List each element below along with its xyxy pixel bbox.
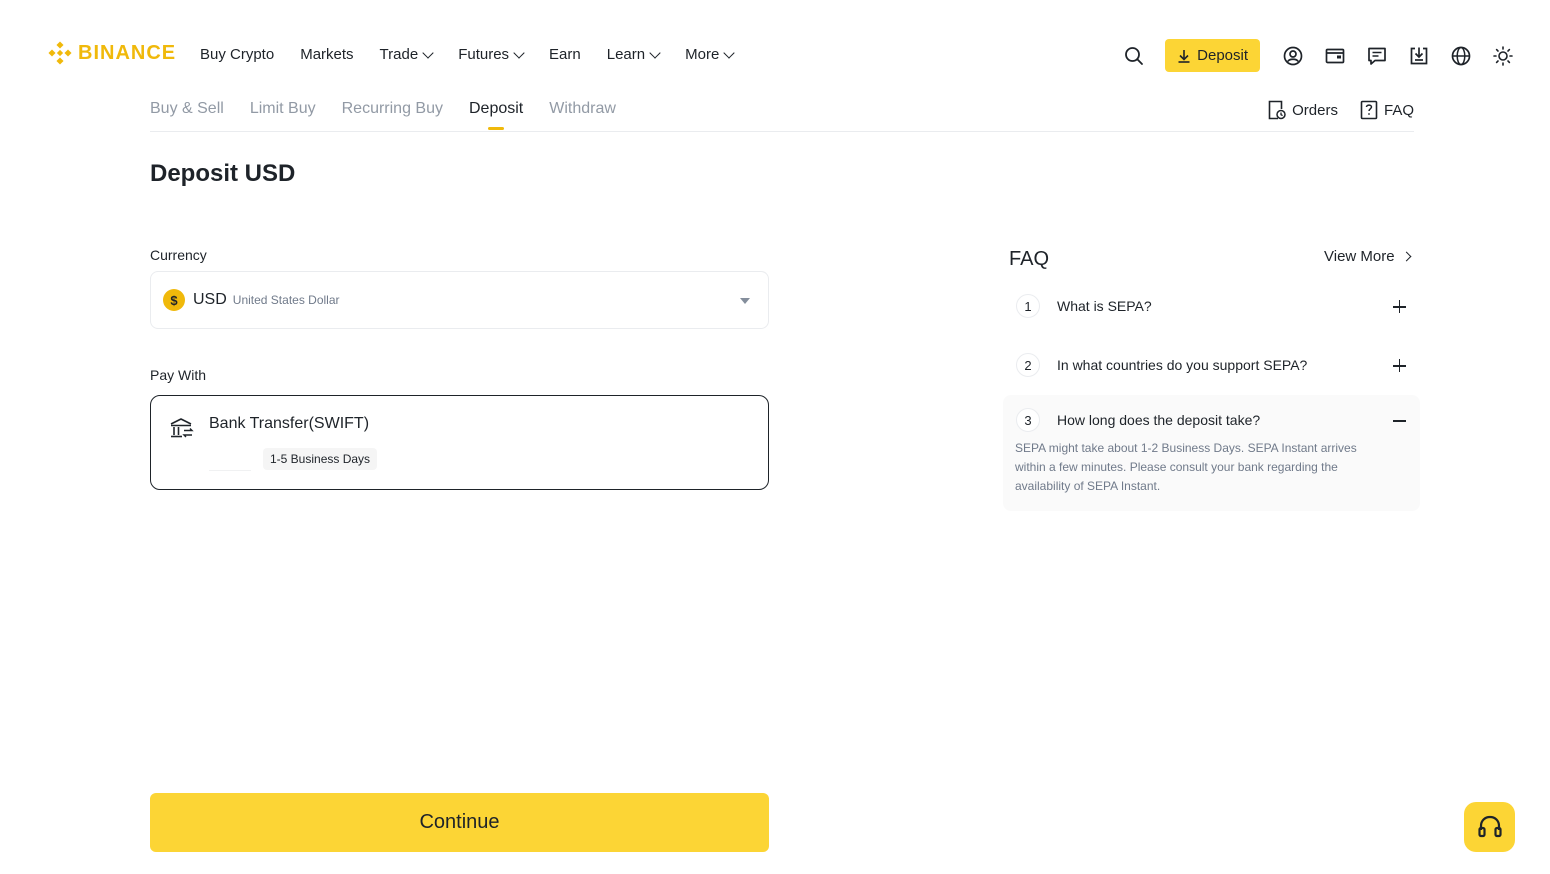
subtab-actions: Orders FAQ xyxy=(1268,100,1414,120)
tab-deposit[interactable]: Deposit xyxy=(469,100,523,130)
sun-icon[interactable] xyxy=(1492,45,1514,67)
orders-link[interactable]: Orders xyxy=(1268,100,1338,120)
currency-code: USD xyxy=(193,291,227,308)
top-header: BINANCE Buy Crypto Markets Trade Futures… xyxy=(0,0,1550,90)
view-more-link[interactable]: View More xyxy=(1324,248,1412,265)
headset-icon xyxy=(1477,815,1502,838)
nav-label: Trade xyxy=(379,46,419,63)
faq-link[interactable]: FAQ xyxy=(1360,100,1414,120)
faq-number: 1 xyxy=(1016,294,1040,318)
nav-label: Futures xyxy=(458,46,510,63)
faq-item-3[interactable]: 3 How long does the deposit take? SEPA m… xyxy=(1003,395,1420,511)
pay-with-label: Pay With xyxy=(150,367,207,383)
chevron-right-icon xyxy=(1401,251,1412,262)
tab-buy-sell[interactable]: Buy & Sell xyxy=(150,100,224,130)
faq-item-1[interactable]: 1 What is SEPA? xyxy=(1003,285,1420,329)
caret-down-icon xyxy=(740,298,750,304)
tab-recurring-buy[interactable]: Recurring Buy xyxy=(342,100,443,130)
faq-title: FAQ xyxy=(1009,248,1050,270)
faq-label: FAQ xyxy=(1383,101,1414,119)
header-deposit-button[interactable]: Deposit xyxy=(1165,39,1260,72)
binance-logo[interactable]: BINANCE xyxy=(48,41,176,65)
message-icon[interactable] xyxy=(1366,45,1388,67)
nav-label: Earn xyxy=(549,46,581,63)
deposit-label: Deposit xyxy=(1197,47,1248,64)
faq-number: 2 xyxy=(1016,353,1040,377)
nav-label: More xyxy=(685,46,720,63)
tab-divider xyxy=(150,131,1414,132)
user-icon[interactable] xyxy=(1282,45,1304,67)
faq-icon xyxy=(1360,100,1378,120)
minus-icon[interactable] xyxy=(1393,414,1406,427)
continue-button[interactable]: Continue xyxy=(150,793,769,852)
currency-name: United States Dollar xyxy=(232,293,340,307)
faq-answer: SEPA might take about 1-2 Business Days.… xyxy=(1015,441,1357,493)
deposit-subtabs: Buy & Sell Limit Buy Recurring Buy Depos… xyxy=(150,100,616,130)
usd-coin-icon: $ xyxy=(163,289,185,311)
nav-item-earn[interactable]: Earn xyxy=(549,46,581,63)
faq-item-2[interactable]: 2 In what countries do you support SEPA? xyxy=(1003,344,1420,388)
search-icon[interactable] xyxy=(1123,45,1145,67)
globe-icon[interactable] xyxy=(1450,45,1472,67)
brand-name: BINANCE xyxy=(78,41,177,64)
faq-number: 3 xyxy=(1016,408,1040,432)
orders-label: Orders xyxy=(1292,101,1338,119)
view-more-label: View More xyxy=(1324,248,1395,265)
currency-label: Currency xyxy=(150,247,207,263)
pay-method-name: Bank Transfer(SWIFT) xyxy=(209,415,370,432)
page-title: Deposit USD xyxy=(150,160,296,187)
nav-item-futures[interactable]: Futures xyxy=(458,46,525,63)
chevron-down-icon xyxy=(513,46,525,59)
faq-question: In what countries do you support SEPA? xyxy=(1057,357,1308,373)
main-nav: Buy Crypto Markets Trade Futures Earn Le… xyxy=(200,46,735,63)
orders-icon xyxy=(1268,100,1286,120)
nav-label: Markets xyxy=(300,46,354,63)
currency-select[interactable]: $ USD United States Dollar xyxy=(150,271,769,329)
pay-method-bank-transfer[interactable]: Bank Transfer(SWIFT) 1-5 Business Days xyxy=(150,395,769,490)
nav-item-trade[interactable]: Trade xyxy=(379,46,434,63)
header-actions: Deposit xyxy=(1103,39,1514,72)
tab-withdraw[interactable]: Withdraw xyxy=(549,100,616,130)
download-app-icon[interactable] xyxy=(1408,45,1430,67)
plus-icon[interactable] xyxy=(1393,359,1406,372)
faq-question: How long does the deposit take? xyxy=(1057,412,1261,428)
nav-item-markets[interactable]: Markets xyxy=(300,46,353,63)
nav-label: Buy Crypto xyxy=(200,46,275,63)
nav-item-buy-crypto[interactable]: Buy Crypto xyxy=(200,46,274,63)
nav-item-more[interactable]: More xyxy=(685,46,735,63)
faq-question: What is SEPA? xyxy=(1057,298,1152,314)
bank-icon xyxy=(170,418,194,438)
processing-time-badge: 1-5 Business Days xyxy=(263,448,378,470)
download-icon xyxy=(1178,49,1190,63)
wallet-icon[interactable] xyxy=(1324,45,1346,67)
plus-icon[interactable] xyxy=(1393,300,1406,313)
chevron-down-icon xyxy=(649,46,661,59)
binance-logo-icon xyxy=(48,41,72,65)
tab-limit-buy[interactable]: Limit Buy xyxy=(250,100,316,130)
chevron-down-icon xyxy=(723,46,735,59)
chevron-down-icon xyxy=(422,46,434,59)
nav-item-learn[interactable]: Learn xyxy=(606,46,661,63)
support-chat-button[interactable] xyxy=(1464,802,1515,852)
nav-label: Learn xyxy=(606,46,646,63)
divider xyxy=(209,470,251,471)
